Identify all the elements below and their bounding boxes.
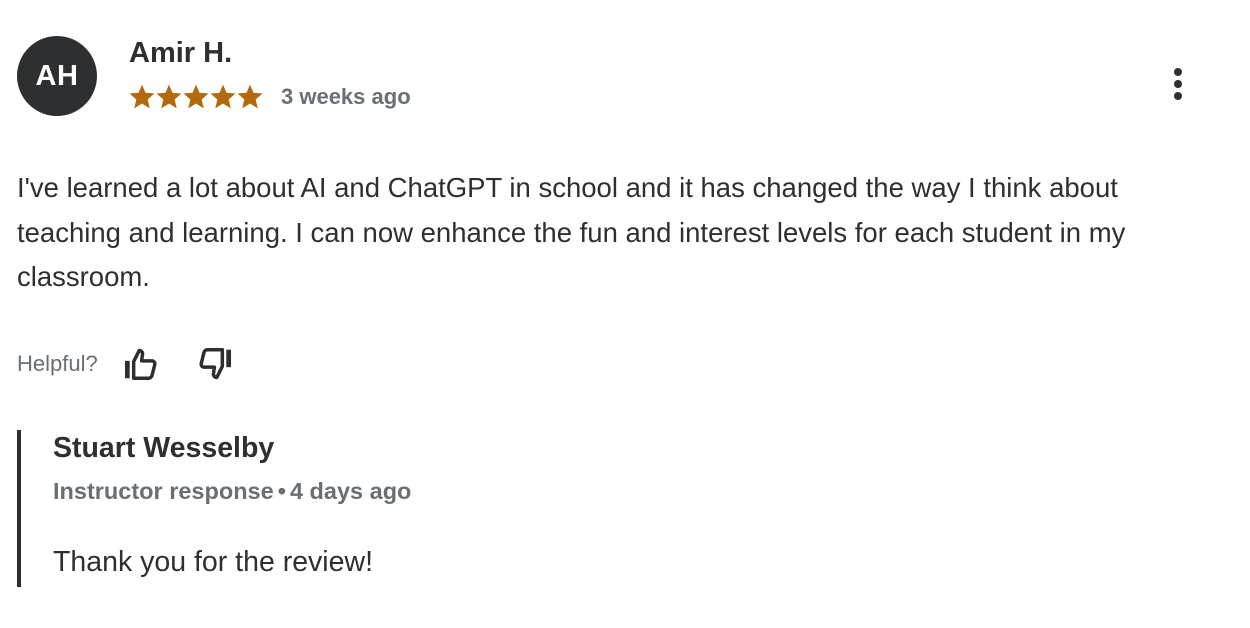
star-icon: [210, 84, 236, 110]
rating-row: 3 weeks ago: [129, 82, 411, 112]
avatar-initials: AH: [35, 59, 79, 92]
avatar: AH: [17, 36, 97, 116]
thumbs-up-button[interactable]: [119, 343, 161, 385]
response-text: Thank you for the review!: [53, 546, 373, 578]
more-options-button[interactable]: [1158, 62, 1198, 106]
star-icon: [129, 84, 155, 110]
helpful-label: Helpful?: [17, 351, 98, 376]
reviewer-name: Amir H.: [129, 37, 233, 69]
instructor-name: Stuart Wesselby: [53, 432, 275, 464]
star-rating: [129, 84, 263, 110]
thumbs-down-icon: [197, 345, 235, 383]
thumbs-up-icon: [121, 345, 159, 383]
review-card: AH Amir H. 3 weeks ago I've learned a lo…: [0, 0, 1250, 628]
star-icon: [156, 84, 182, 110]
more-vertical-icon: [1172, 66, 1184, 102]
response-role: Instructor response: [53, 478, 274, 504]
review-text: I've learned a lot about AI and ChatGPT …: [17, 172, 1126, 292]
meta-separator: •: [277, 478, 286, 504]
thumbs-down-button[interactable]: [195, 343, 237, 385]
review-date: 3 weeks ago: [281, 84, 411, 109]
star-icon: [237, 84, 263, 110]
response-meta: Instructor response • 4 days ago: [53, 478, 411, 505]
helpful-row: Helpful?: [17, 342, 237, 386]
instructor-response: Stuart Wesselby Instructor response • 4 da…: [17, 430, 1121, 587]
response-date: 4 days ago: [289, 478, 412, 504]
star-icon: [183, 84, 209, 110]
